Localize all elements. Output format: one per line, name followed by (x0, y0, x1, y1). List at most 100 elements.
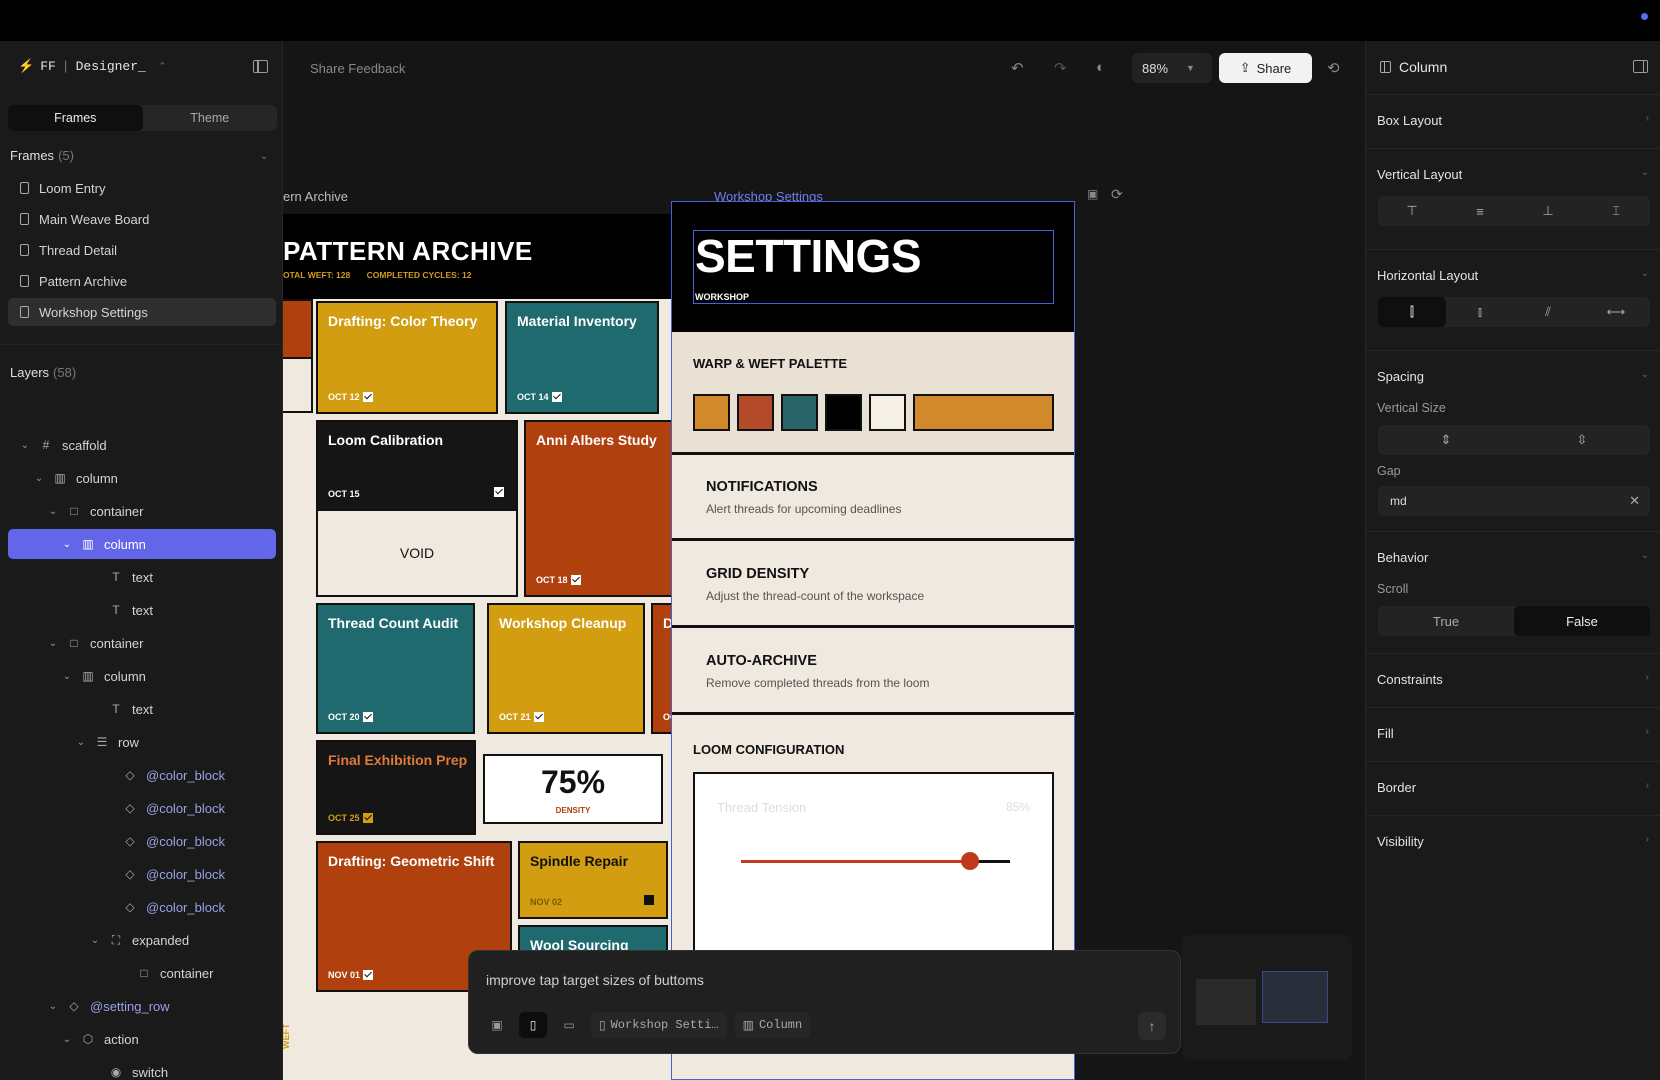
chevron-down-icon[interactable]: ⌄ (1641, 167, 1649, 178)
setting-row-grid-density[interactable]: GRID DENSITY Adjust the thread-count of … (672, 542, 1074, 628)
frame-label-pattern-archive[interactable]: ern Archive (283, 189, 348, 204)
tab-frames[interactable]: Frames (8, 105, 143, 131)
tile[interactable]: Material Inventory OCT 14 (505, 301, 659, 414)
desktop-device-icon[interactable]: ▭ (555, 1012, 583, 1038)
align-left-icon[interactable]: ⫿ (1378, 297, 1446, 327)
context-chip-frame[interactable]: ▯ Workshop Setti… (591, 1012, 727, 1038)
chevron-down-icon[interactable]: ⌄ (60, 671, 74, 682)
layer-item[interactable]: ⌄ ⬡ action (0, 1024, 139, 1054)
chevron-down-icon[interactable]: ⌄ (1641, 550, 1649, 561)
clear-icon[interactable]: ✕ (1629, 493, 1640, 509)
palette-swatch[interactable] (781, 394, 818, 431)
ai-prompt-bar[interactable]: improve tap target sizes of buttoms ▣ ▯ … (468, 950, 1181, 1054)
gap-field[interactable]: md ✕ (1378, 486, 1650, 516)
tile[interactable]: Loom Calibration OCT 15 (316, 420, 518, 511)
checkbox-icon[interactable] (644, 895, 654, 905)
align-hcenter-icon[interactable]: ⫾ (1446, 297, 1514, 327)
layer-item[interactable]: ⌄ ☰ row (0, 727, 139, 757)
layer-item[interactable]: ⌄ ◇ @setting_row (0, 991, 170, 1021)
layer-item[interactable]: ⌄ ▥ column (8, 529, 276, 559)
tile[interactable]: Anni Albers Study OCT 18 (524, 420, 675, 597)
layer-item[interactable]: Ttext (0, 595, 153, 625)
image-attach-icon[interactable]: ▣ (483, 1012, 511, 1038)
tension-slider[interactable] (741, 852, 1010, 870)
space-between-icon[interactable]: ⌶ (1582, 196, 1650, 226)
frame-item-workshop-settings[interactable]: Workshop Settings (8, 298, 276, 326)
frame-item-pattern-archive[interactable]: Pattern Archive (8, 267, 276, 295)
zoom-select[interactable]: 88% ▼ (1132, 53, 1212, 83)
layer-item[interactable]: ⌄ ⛶ expanded (0, 925, 189, 955)
palette-swatch[interactable] (869, 394, 906, 431)
app-brand[interactable]: ⚡ FF | Designer_ ⌃ (18, 59, 167, 74)
layer-item[interactable]: □ container (0, 958, 213, 988)
section-box-layout[interactable]: Box Layout › (1366, 94, 1660, 148)
design-canvas[interactable]: Share Feedback ↶ ↷ ◐ 88% ▼ ⇪ Share ⟲ ern A… (283, 41, 1365, 1080)
context-chip-layer[interactable]: ▥ Column (734, 1012, 811, 1038)
layer-item[interactable]: Ttext (0, 694, 153, 724)
align-top-icon[interactable]: ⊤ (1378, 196, 1446, 226)
tab-theme[interactable]: Theme (143, 105, 278, 131)
section-border[interactable]: Border › (1366, 761, 1660, 815)
refresh-icon[interactable]: ⟳ (1111, 186, 1123, 203)
expand-icon[interactable]: ⇳ (1514, 425, 1650, 455)
minimap-viewport[interactable] (1262, 971, 1328, 1023)
chevron-down-icon[interactable]: ⌄ (260, 151, 268, 162)
align-center-icon[interactable]: ≡ (1446, 196, 1514, 226)
layer-item[interactable]: ◇ @color_block (0, 760, 225, 790)
image-icon[interactable]: ▣ (1087, 187, 1098, 201)
shrink-icon[interactable]: ⇕ (1378, 425, 1514, 455)
layer-item[interactable]: ◇ @color_block (0, 892, 225, 922)
layer-item[interactable]: ⌄ ▥ column (0, 463, 118, 493)
chevron-down-icon[interactable]: ⌄ (1641, 369, 1649, 380)
slider-handle[interactable] (960, 852, 979, 870)
minimap[interactable] (1182, 935, 1352, 1060)
section-constraints[interactable]: Constraints › (1366, 653, 1660, 707)
layer-item[interactable]: ⌄ ▥ column (0, 661, 146, 691)
chevron-down-icon[interactable]: ⌄ (46, 1001, 60, 1012)
palette-swatch[interactable] (913, 394, 1054, 431)
palette-swatch[interactable] (693, 394, 730, 431)
chevron-down-icon[interactable]: ⌄ (1641, 268, 1649, 279)
tile-void[interactable]: VOID (316, 509, 518, 597)
chevron-down-icon[interactable]: ⌄ (60, 1034, 74, 1045)
frame-item-loom-entry[interactable]: Loom Entry (8, 174, 276, 202)
density-tile[interactable]: 75% DENSITY (483, 754, 663, 824)
palette-swatch[interactable] (737, 394, 774, 431)
chevron-down-icon[interactable]: ⌄ (46, 506, 60, 517)
tile[interactable]: Final Exhibition Prep OCT 25 (316, 740, 476, 835)
chevron-down-icon[interactable]: ⌄ (74, 737, 88, 748)
frames-section-title[interactable]: Frames (5) (10, 148, 74, 163)
section-visibility[interactable]: Visibility › (1366, 815, 1660, 869)
theme-moon-icon[interactable]: ◐ (1096, 59, 1105, 76)
layer-item[interactable]: ⌄ □ container (0, 628, 144, 658)
scroll-false-option[interactable]: False (1514, 606, 1650, 636)
layer-item[interactable]: ◇ @color_block (0, 859, 225, 889)
sidebar-toggle-icon[interactable] (253, 60, 268, 73)
prompt-text[interactable]: improve tap target sizes of buttoms (486, 972, 704, 988)
section-fill[interactable]: Fill › (1366, 707, 1660, 761)
history-icon[interactable]: ⟲ (1327, 59, 1340, 77)
share-feedback-link[interactable]: Share Feedback (310, 61, 405, 76)
selected-column[interactable]: SETTINGS WORKSHOP (693, 230, 1054, 304)
checkbox-icon[interactable] (494, 487, 504, 497)
panel-toggle-icon[interactable] (1633, 60, 1648, 73)
chevron-down-icon[interactable]: ⌄ (18, 440, 32, 451)
layer-item[interactable]: ⌄ □ container (0, 496, 144, 526)
chevron-down-icon[interactable]: ⌄ (32, 473, 46, 484)
undo-icon[interactable]: ↶ (1011, 59, 1024, 77)
space-between-h-icon[interactable]: ⟷ (1582, 297, 1650, 327)
chevron-down-icon[interactable]: ⌄ (60, 539, 74, 550)
tile[interactable]: Spindle Repair NOV 02 (518, 841, 668, 919)
tile[interactable]: Thread Count Audit OCT 20 (316, 603, 475, 734)
redo-icon[interactable]: ↷ (1054, 59, 1067, 77)
align-bottom-icon[interactable]: ⊥ (1514, 196, 1582, 226)
layer-item[interactable]: ◇ @color_block (0, 793, 225, 823)
setting-row-notifications[interactable]: NOTIFICATIONS Alert threads for upcoming… (672, 455, 1074, 541)
chevron-down-icon[interactable]: ⌄ (46, 638, 60, 649)
layer-item[interactable]: Ttext (0, 562, 153, 592)
frame-item-thread-detail[interactable]: Thread Detail (8, 236, 276, 264)
layer-item[interactable]: ◇ @color_block (0, 826, 225, 856)
align-right-icon[interactable]: ⫽ (1514, 297, 1582, 327)
send-arrow-icon[interactable]: ↑ (1138, 1012, 1166, 1040)
share-button[interactable]: ⇪ Share (1219, 53, 1312, 83)
